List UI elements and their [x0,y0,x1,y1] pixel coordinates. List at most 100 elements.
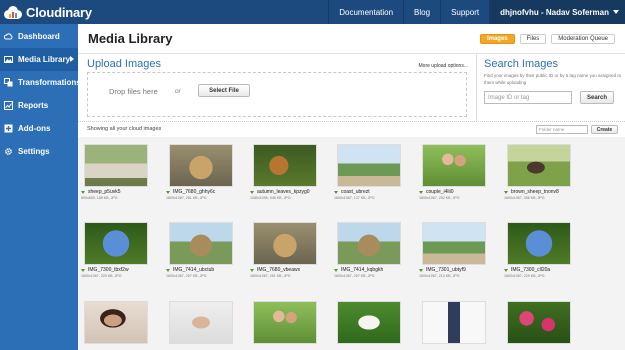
create-folder-button[interactable]: Create [591,125,618,134]
search-button[interactable]: Search [580,91,614,104]
plus-icon [4,124,13,133]
upload-section: Upload Images More upload options... Dro… [78,54,476,122]
image-thumbnail[interactable] [253,301,317,344]
download-icon[interactable] [419,268,424,273]
nav-support[interactable]: Support [440,0,489,24]
image-meta: 800x600, 185 KB, JPG [81,196,118,200]
download-icon[interactable] [250,190,255,195]
image-thumbnail[interactable] [337,144,401,187]
image-name-text: coast_ubrezt [341,189,370,195]
gear-icon [4,147,13,156]
sidebar-item-add-ons[interactable]: Add-ons [0,117,78,140]
image-name[interactable]: IMG_7301_ubtyf9 [419,267,489,273]
image-name[interactable]: IMG_7414_ubctub [166,267,236,273]
tab-moderation-queue[interactable]: Moderation Queue [551,33,615,44]
image-tile[interactable] [504,301,574,344]
download-icon[interactable] [81,190,86,195]
user-menu[interactable]: dhjnofvhu - Nadav Soferman [489,0,625,24]
image-name[interactable]: autumn_leaves_kpzyg0 [250,189,320,195]
image-name[interactable]: coast_ubrezt [334,189,404,195]
image-thumbnail[interactable] [169,222,233,265]
image-thumbnail[interactable] [337,301,401,344]
image-name[interactable]: IMG_7414_kqbgkh [334,267,404,273]
image-thumbnail[interactable] [337,222,401,265]
image-name[interactable]: IMG_7300_cll20a [504,267,574,273]
image-tile[interactable]: IMG_7414_kqbgkh 1600x1067, 257 KB, JPG [334,222,404,278]
select-file-button[interactable]: Select File [198,84,250,97]
image-name-text: IMG_7680_vbeawx [257,267,301,273]
image-thumbnail[interactable] [253,144,317,187]
image-thumbnail[interactable] [84,222,148,265]
drop-files-text: Drop files here [109,87,158,96]
download-icon[interactable] [334,268,339,273]
image-tile[interactable]: autumn_leaves_kpzyg0 1280x1096, 946 KB, J… [250,144,320,200]
download-icon[interactable] [166,268,171,273]
showing-text: Showing all your cloud images [87,126,162,132]
image-name-text: IMG_7300_tbxf2w [88,267,129,273]
sidebar-item-transformations[interactable]: Transformations [0,71,81,94]
image-name[interactable]: IMG_7680_ghhy6c [166,189,236,195]
download-icon[interactable] [334,190,339,195]
sidebar-item-media-library[interactable]: Media Library [0,48,78,71]
image-thumbnail[interactable] [84,301,148,344]
image-name-text: IMG_7680_ghhy6c [173,189,216,195]
image-thumbnail[interactable] [169,301,233,344]
image-thumbnail[interactable] [84,144,148,187]
image-name[interactable]: sheep_p5uvk5 [81,189,151,195]
image-tile[interactable] [419,301,489,344]
brand-logo[interactable]: Cloudinary [0,0,120,24]
folder-name-input[interactable]: Folder name [536,125,588,134]
image-name[interactable]: IMG_7680_vbeawx [250,267,320,273]
image-tile[interactable]: coast_ubrezt 1600x1067, 137 KB, JPG [334,144,404,200]
image-tile[interactable]: IMG_7300_tbxf2w 1600x1067, 229 KB, JPG [81,222,151,278]
sidebar-item-label: Add-ons [18,124,51,133]
image-name-text: brown_sheep_tnonv8 [511,189,559,195]
search-input[interactable]: Image ID or tag [484,91,572,104]
image-tile[interactable] [166,301,236,344]
sidebar-item-reports[interactable]: Reports [0,94,78,117]
tab-files[interactable]: Files [519,33,547,44]
nav-blog[interactable]: Blog [403,0,440,24]
sidebar-item-dashboard[interactable]: Dashboard [0,25,78,48]
top-bar: Cloudinary Documentation Blog Support dh… [0,0,625,24]
image-thumbnail[interactable] [507,301,571,344]
image-name[interactable]: couple_i4lii0 [419,189,489,195]
nav-documentation[interactable]: Documentation [328,0,403,24]
image-name-text: IMG_7414_kqbgkh [341,267,384,273]
image-name-text: autumn_leaves_kpzyg0 [257,189,310,195]
image-thumbnail[interactable] [422,144,486,187]
download-icon[interactable] [81,268,86,273]
image-thumbnail[interactable] [507,144,571,187]
image-tile[interactable]: IMG_7414_ubctub 1600x1067, 257 KB, JPG [166,222,236,278]
download-icon[interactable] [504,190,509,195]
download-icon[interactable] [504,268,509,273]
image-tile[interactable]: IMG_7301_ubtyf9 1600x1067, 213 KB, JPG [419,222,489,278]
image-tile[interactable] [81,301,151,344]
image-tile[interactable]: brown_sheep_tnonv8 1600x1067, 356 KB, JPG [504,144,574,200]
drop-zone[interactable]: Drop files here or Select File [87,72,467,117]
more-upload-options-link[interactable]: More upload options... [419,63,468,69]
download-icon[interactable] [166,190,171,195]
image-tile[interactable] [334,301,404,344]
image-tile[interactable]: sheep_p5uvk5 800x600, 185 KB, JPG [81,144,151,200]
image-thumbnail[interactable] [507,222,571,265]
image-thumbnail[interactable] [422,301,486,344]
sidebar-item-settings[interactable]: Settings [0,140,78,163]
image-tile[interactable]: IMG_7680_ghhy6c 1600x1067, 261 KB, JPG [166,144,236,200]
image-tile[interactable]: IMG_7300_cll20a 1600x1067, 229 KB, JPG [504,222,574,278]
page-title: Media Library [88,31,173,46]
download-icon[interactable] [419,190,424,195]
image-name[interactable]: brown_sheep_tnonv8 [504,189,574,195]
image-name[interactable]: IMG_7300_tbxf2w [81,267,151,273]
tab-images[interactable]: Images [479,33,515,44]
image-tile[interactable] [250,301,320,344]
image-meta: 1600x1067, 213 KB, JPG [419,274,460,278]
image-tile[interactable]: IMG_7680_vbeawx 1600x1067, 261 KB, JPG [250,222,320,278]
image-thumbnail[interactable] [253,222,317,265]
image-tile[interactable]: couple_i4lii0 1600x1067, 252 KB, JPG [419,144,489,200]
image-meta: 1600x1067, 137 KB, JPG [334,196,375,200]
download-icon[interactable] [250,268,255,273]
image-meta: 1600x1067, 261 KB, JPG [250,274,291,278]
image-thumbnail[interactable] [422,222,486,265]
image-thumbnail[interactable] [169,144,233,187]
